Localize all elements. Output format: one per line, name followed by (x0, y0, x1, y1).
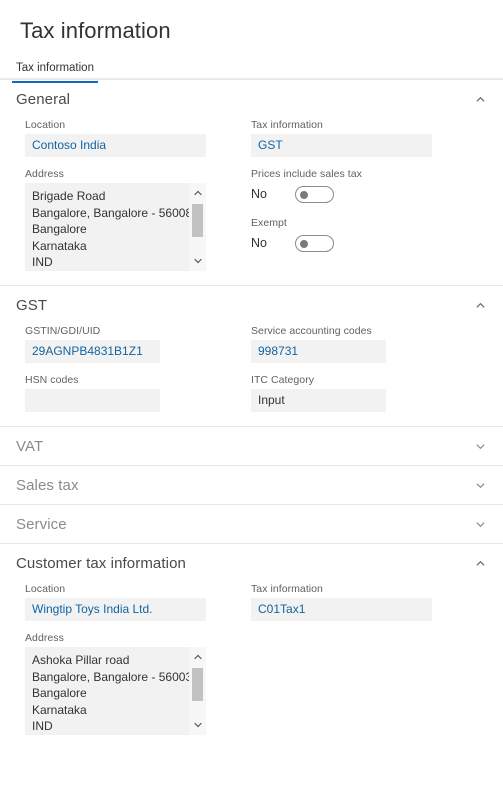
input-tax-information[interactable]: GST (251, 134, 432, 157)
chevron-up-icon[interactable] (474, 93, 487, 106)
input-gstin[interactable]: 29AGNPB4831B1Z1 (25, 340, 160, 363)
section-title-vat: VAT (16, 437, 44, 455)
label-tax-information: Tax information (251, 119, 323, 131)
label-itc-category: ITC Category (251, 374, 315, 386)
scroll-up-icon[interactable] (192, 650, 204, 664)
field-customer-address: Address Ashoka Pillar road Bangalore, Ba… (25, 631, 246, 735)
section-title-customer-tax-information: Customer tax information (16, 554, 186, 572)
chevron-down-icon[interactable] (474, 440, 487, 453)
field-address: Address Brigade Road Bangalore, Bangalor… (25, 167, 246, 271)
chevron-down-icon[interactable] (474, 518, 487, 531)
section-body-general: Location Contoso India Address Brigade R… (0, 118, 503, 285)
field-exempt: Exempt No (251, 216, 476, 255)
field-location: Location Contoso India (25, 118, 246, 157)
tab-strip: Tax information (0, 46, 503, 83)
address-lines: Ashoka Pillar road Bangalore, Bangalore … (25, 647, 206, 735)
general-left-column: Location Contoso India Address Brigade R… (16, 118, 246, 271)
section-sales-tax: Sales tax (0, 465, 503, 504)
input-customer-address[interactable]: Ashoka Pillar road Bangalore, Bangalore … (25, 647, 206, 735)
input-location[interactable]: Contoso India (25, 134, 206, 157)
gst-left-column: GSTIN/GDI/UID 29AGNPB4831B1Z1 HSN codes (16, 324, 246, 412)
section-header-gst[interactable]: GST (0, 286, 503, 324)
address-line: Bangalore, Bangalore - 560082 (32, 205, 199, 220)
tab-tax-information[interactable]: Tax information (12, 61, 98, 83)
customer-left-column: Location Wingtip Toys India Ltd. Address… (16, 582, 246, 735)
section-customer-tax-information: Customer tax information Location Wingti… (0, 543, 503, 749)
label-customer-location: Location (25, 583, 66, 595)
toggle-knob (300, 239, 308, 248)
field-customer-tax-information: Tax information C01Tax1 (251, 582, 476, 621)
customer-right-column: Tax information C01Tax1 (246, 582, 476, 735)
toggle-row-prices-include-sales-tax: No (251, 183, 476, 206)
field-gstin: GSTIN/GDI/UID 29AGNPB4831B1Z1 (25, 324, 246, 363)
input-customer-tax-information[interactable]: C01Tax1 (251, 598, 432, 621)
field-tax-information: Tax information GST (251, 118, 476, 157)
address-line: IND (32, 255, 53, 269)
chevron-up-icon[interactable] (474, 557, 487, 570)
section-service: Service (0, 504, 503, 543)
section-header-customer-tax-information[interactable]: Customer tax information (0, 544, 503, 582)
input-service-accounting-codes[interactable]: 998731 (251, 340, 386, 363)
scroll-down-icon[interactable] (192, 254, 204, 268)
label-exempt: Exempt (251, 217, 287, 229)
address-line: Brigade Road (32, 189, 106, 203)
field-itc-category: ITC Category Input (251, 373, 476, 412)
input-itc-category[interactable]: Input (251, 389, 386, 412)
gst-right-column: Service accounting codes 998731 ITC Cate… (246, 324, 476, 412)
general-right-column: Tax information GST Prices include sales… (246, 118, 476, 271)
tab-strip-divider (0, 78, 503, 79)
address-line: Bangalore (32, 686, 87, 700)
scroll-down-icon[interactable] (192, 718, 204, 732)
section-body-gst: GSTIN/GDI/UID 29AGNPB4831B1Z1 HSN codes … (0, 324, 503, 426)
field-prices-include-sales-tax: Prices include sales tax No (251, 167, 476, 206)
label-customer-address: Address (25, 632, 64, 644)
label-prices-include-sales-tax: Prices include sales tax (251, 168, 362, 180)
value-prices-include-sales-tax: No (251, 187, 267, 201)
label-customer-tax-information: Tax information (251, 583, 323, 595)
label-location: Location (25, 119, 66, 131)
address-line: IND (32, 719, 53, 733)
field-hsn-codes: HSN codes (25, 373, 246, 412)
toggle-exempt[interactable] (295, 235, 334, 252)
section-title-general: General (16, 90, 71, 108)
label-gstin: GSTIN/GDI/UID (25, 325, 101, 337)
scroll-up-icon[interactable] (192, 186, 204, 200)
section-title-gst: GST (16, 296, 48, 314)
section-header-sales-tax[interactable]: Sales tax (0, 466, 503, 504)
chevron-up-icon[interactable] (474, 299, 487, 312)
field-service-accounting-codes: Service accounting codes 998731 (251, 324, 476, 363)
address-lines: Brigade Road Bangalore, Bangalore - 5600… (25, 183, 206, 271)
section-header-vat[interactable]: VAT (0, 427, 503, 465)
section-general: General Location Contoso India Address B… (0, 79, 503, 285)
section-header-general[interactable]: General (0, 80, 503, 118)
chevron-down-icon[interactable] (474, 479, 487, 492)
scrollbar-thumb[interactable] (192, 668, 203, 701)
scrollbar-thumb[interactable] (192, 204, 203, 237)
input-customer-location[interactable]: Wingtip Toys India Ltd. (25, 598, 206, 621)
section-gst: GST GSTIN/GDI/UID 29AGNPB4831B1Z1 HSN co… (0, 285, 503, 426)
section-title-service: Service (16, 515, 67, 533)
address-line: Karnataka (32, 702, 87, 717)
address-line: Ashoka Pillar road (32, 653, 130, 667)
address-line: Karnataka (32, 238, 87, 253)
toggle-row-exempt: No (251, 232, 476, 255)
customer-address-scrollbar[interactable] (189, 647, 206, 735)
page-title: Tax information (20, 18, 171, 43)
section-title-sales-tax: Sales tax (16, 476, 79, 494)
address-line: Bangalore, Bangalore - 560030 (32, 669, 199, 684)
address-line: Bangalore (32, 222, 87, 236)
input-address[interactable]: Brigade Road Bangalore, Bangalore - 5600… (25, 183, 206, 271)
section-body-customer-tax-information: Location Wingtip Toys India Ltd. Address… (0, 582, 503, 749)
section-vat: VAT (0, 426, 503, 465)
toggle-prices-include-sales-tax[interactable] (295, 186, 334, 203)
section-header-service[interactable]: Service (0, 505, 503, 543)
toggle-knob (300, 190, 308, 199)
address-scrollbar[interactable] (189, 183, 206, 271)
field-customer-location: Location Wingtip Toys India Ltd. (25, 582, 246, 621)
label-address: Address (25, 168, 64, 180)
label-hsn-codes: HSN codes (25, 374, 79, 386)
label-service-accounting-codes: Service accounting codes (251, 325, 372, 337)
input-hsn-codes[interactable] (25, 389, 160, 412)
value-exempt: No (251, 236, 267, 250)
